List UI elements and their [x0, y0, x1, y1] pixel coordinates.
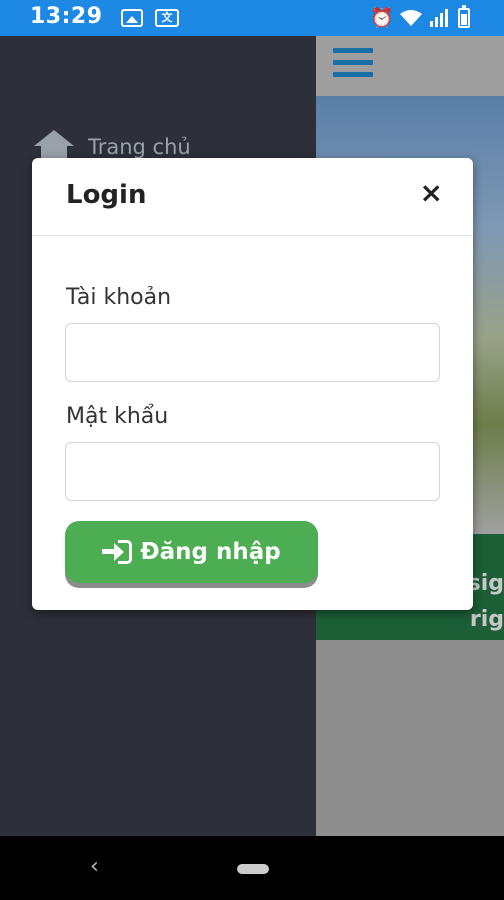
system-nav-bar: ‹ — [0, 836, 504, 900]
signal-icon — [430, 9, 448, 27]
login-button[interactable]: Đăng nhập — [65, 521, 318, 583]
home-pill-icon[interactable] — [237, 864, 269, 874]
login-modal: Login × Tài khoản Mật khẩu Đăng nhập — [32, 158, 473, 610]
wifi-icon — [400, 10, 422, 26]
alarm-icon: ⏰ — [370, 7, 394, 29]
page-header — [316, 36, 504, 96]
battery-icon — [458, 5, 470, 28]
sign-in-icon — [102, 539, 134, 565]
password-input[interactable] — [65, 442, 440, 501]
username-label: Tài khoản — [66, 285, 172, 310]
page-lower-area — [316, 640, 504, 836]
hamburger-menu-icon[interactable] — [333, 48, 373, 82]
back-icon[interactable]: ‹ — [90, 854, 99, 879]
username-input[interactable] — [65, 323, 440, 382]
translate-icon: 文 — [155, 9, 179, 27]
modal-title: Login — [66, 180, 147, 210]
modal-header: Login × — [32, 158, 473, 236]
status-time: 13:29 — [30, 4, 103, 29]
banner-text: sig rig — [468, 566, 504, 638]
gallery-icon — [121, 9, 143, 27]
password-label: Mật khẩu — [66, 404, 169, 429]
banner-line: sig — [467, 571, 504, 596]
close-icon[interactable]: × — [420, 178, 443, 208]
login-button-label: Đăng nhập — [140, 539, 281, 565]
drawer-item-home-label: Trang chủ — [88, 135, 191, 159]
banner-line: rig — [469, 607, 504, 632]
status-bar: 13:29 文 ⏰ — [0, 0, 504, 36]
